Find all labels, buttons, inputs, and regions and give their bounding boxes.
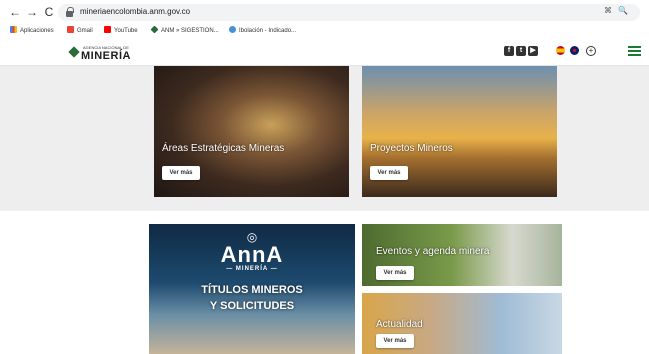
- ver-mas-button[interactable]: Ver más: [376, 266, 414, 280]
- anm-logo[interactable]: AGENCIA NACIONAL DE MINERÍA: [68, 44, 140, 62]
- card-title: Proyectos Mineros: [370, 143, 453, 154]
- anna-brand-sub: — MINERÍA —: [226, 266, 278, 272]
- back-icon[interactable]: ←: [8, 5, 22, 19]
- bookmarks-bar: Aplicaciones Gmail YouTube ANM » SIGESTI…: [0, 24, 649, 38]
- omnibox-actions: ⌘🔍: [604, 6, 634, 15]
- facebook-icon[interactable]: f: [504, 46, 514, 56]
- youtube-icon: [104, 26, 111, 33]
- bookmark-apps[interactable]: Aplicaciones: [10, 26, 54, 36]
- anna-brand: AnnA: [220, 242, 284, 267]
- english-flag-icon[interactable]: [570, 46, 579, 55]
- bookmark-sigestion[interactable]: ANM » SIGESTION...: [150, 25, 219, 36]
- card-title: Actualidad: [376, 319, 423, 330]
- gmail-icon: [67, 26, 74, 33]
- apps-icon: [10, 26, 17, 33]
- anna-line-2: Y SOLICITUDES: [209, 300, 295, 312]
- menu-icon[interactable]: [628, 46, 641, 56]
- bookmark-indicadores[interactable]: Ibolación - Indicado...: [229, 26, 296, 36]
- twitter-icon[interactable]: t: [516, 46, 526, 56]
- card-eventos-agenda[interactable]: Eventos y agenda minera Ver más: [362, 224, 562, 286]
- globe-icon: [229, 26, 236, 33]
- reload-icon[interactable]: C: [42, 5, 56, 19]
- logo-title: MINERÍA: [81, 50, 131, 62]
- youtube-icon[interactable]: ▶: [528, 46, 538, 56]
- bookmark-gmail[interactable]: Gmail: [67, 26, 93, 36]
- site-header: AGENCIA NACIONAL DE MINERÍA f t ▶ +: [0, 40, 649, 66]
- browser-chrome: ← → C mineriaencolombia.anm.gov.co ⌘🔍 Ap…: [0, 0, 649, 40]
- address-bar[interactable]: mineriaencolombia.anm.gov.co ⌘🔍: [58, 4, 640, 21]
- anm-diamond-icon: [150, 25, 159, 34]
- lock-icon: [66, 7, 74, 17]
- card-title: Eventos y agenda minera: [376, 246, 490, 257]
- card-title: Áreas Estratégicas Mineras: [162, 143, 285, 154]
- url-text: mineriaencolombia.anm.gov.co: [80, 7, 191, 16]
- card-areas-estrategicas[interactable]: Áreas Estratégicas Mineras Ver más: [154, 66, 349, 197]
- forward-icon[interactable]: →: [25, 5, 39, 19]
- accessibility-plus-icon[interactable]: +: [586, 46, 596, 56]
- ver-mas-button[interactable]: Ver más: [376, 334, 414, 348]
- ver-mas-button[interactable]: Ver más: [162, 166, 200, 180]
- ver-mas-button[interactable]: Ver más: [370, 166, 408, 180]
- card-actualidad[interactable]: Actualidad Ver más: [362, 293, 562, 354]
- browser-toolbar: ← → C mineriaencolombia.anm.gov.co ⌘🔍: [0, 3, 649, 23]
- card-anna-titulos[interactable]: ◎ AnnA — MINERÍA — TÍTULOS MINEROS Y SOL…: [149, 224, 355, 354]
- anna-line-1: TÍTULOS MINEROS: [201, 284, 303, 296]
- spanish-flag-icon[interactable]: [556, 46, 565, 55]
- logo-diamond-icon: [68, 46, 80, 58]
- bookmark-youtube[interactable]: YouTube: [104, 26, 138, 36]
- card-proyectos-mineros[interactable]: Proyectos Mineros Ver más: [362, 66, 557, 197]
